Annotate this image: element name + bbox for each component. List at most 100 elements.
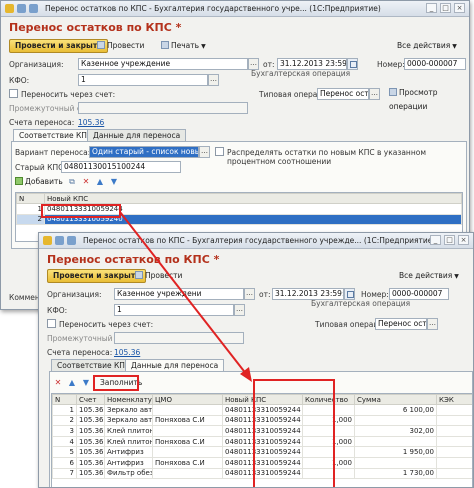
sum-cell[interactable]: 6 100,00 <box>354 404 437 416</box>
add-button[interactable]: Добавить <box>15 175 63 189</box>
forward-icon[interactable] <box>29 4 38 13</box>
tab-transfer-data[interactable]: Данные для переноса <box>125 359 225 371</box>
quantity-cell[interactable]: 1,000 <box>302 435 355 448</box>
typical-op-field[interactable]: Перенос остатк <box>317 88 369 100</box>
account-cell[interactable]: 105.36 <box>76 435 105 448</box>
new-kps-cell[interactable]: 04801133310059244 <box>222 404 303 416</box>
back-icon[interactable] <box>17 4 26 13</box>
table-row[interactable]: 4105.36Клей плитонитПоняхова С.И04801133… <box>52 435 472 448</box>
kfo-select-button[interactable]: … <box>234 304 245 316</box>
table-row[interactable]: 1 04801133310059244 <box>16 203 462 215</box>
variant-field[interactable]: Один старый - список новых <box>89 146 199 158</box>
account-cell[interactable]: 105.36 <box>76 414 105 427</box>
fill-button[interactable]: Заполнить <box>97 376 145 390</box>
variant-select-button[interactable]: … <box>199 146 210 158</box>
new-kps-cell[interactable]: 04801133310059244 <box>222 467 303 480</box>
quantity-cell[interactable] <box>302 467 355 480</box>
table-row[interactable]: 2105.36Зеркало автомоби...Поняхова С.И04… <box>52 414 472 427</box>
post-button[interactable]: Провести <box>97 39 144 53</box>
tab-transfer-data[interactable]: Данные для переноса <box>87 129 187 141</box>
org-field[interactable]: Казенное учреждение <box>78 58 248 70</box>
new-kps-cell[interactable]: 04801133310059244 <box>222 414 303 427</box>
org-select-button[interactable]: … <box>244 288 255 300</box>
new-kps-cell[interactable]: 04801133310059244 <box>222 446 303 458</box>
move-up-icon[interactable]: ▲ <box>67 378 77 388</box>
cmo-cell[interactable] <box>152 446 223 458</box>
column-header-n[interactable]: N <box>16 193 45 204</box>
forward-icon[interactable] <box>67 236 76 245</box>
maximize-icon[interactable]: □ <box>440 3 451 13</box>
view-operation-button[interactable]: Просмотр операции <box>389 86 469 114</box>
kfo-field[interactable]: 1 <box>78 74 208 86</box>
column-header-new-kps[interactable]: Новый КПС <box>44 193 462 204</box>
cmo-cell[interactable]: Поняхова С.И <box>152 435 223 448</box>
kek-cell[interactable] <box>436 404 472 416</box>
sum-cell[interactable]: 1 730,00 <box>354 467 437 480</box>
transfer-accounts-link[interactable]: 105.36 <box>114 348 140 357</box>
column-header-nomenclature[interactable]: Номенклатура <box>104 394 153 405</box>
typical-op-select-button[interactable]: … <box>427 318 438 330</box>
quantity-cell[interactable]: 1,000 <box>302 456 355 469</box>
close-icon[interactable]: × <box>454 3 465 13</box>
column-header-sum[interactable]: Сумма <box>354 394 437 405</box>
maximize-icon[interactable]: □ <box>444 235 455 245</box>
nomenclature-cell[interactable]: Зеркало автомоби... <box>104 404 153 416</box>
print-button[interactable]: Печать ▼ <box>161 39 206 54</box>
sum-cell[interactable]: 1 950,00 <box>354 446 437 458</box>
table-row[interactable]: 5 105.36 Антифриз 04801133310059244 1 950,00 <box>52 446 472 458</box>
quantity-cell[interactable] <box>302 425 355 437</box>
delete-icon[interactable]: ✕ <box>53 378 63 388</box>
new-kps-cell[interactable]: 04801133310059240 <box>44 213 462 226</box>
intermediate-account-field[interactable] <box>78 102 248 114</box>
kek-cell[interactable] <box>436 425 472 437</box>
column-header-new-kps[interactable]: Новый КПС <box>222 394 303 405</box>
move-up-icon[interactable]: ▲ <box>95 177 105 187</box>
quantity-cell[interactable] <box>302 404 355 416</box>
kek-cell[interactable] <box>436 446 472 458</box>
table-row[interactable]: 3105.36Клей плитонит 04801133310059244 302… <box>52 425 472 437</box>
cmo-cell[interactable]: Поняхова С.И <box>152 456 223 469</box>
nomenclature-cell[interactable]: Клей плитонит <box>104 425 153 437</box>
number-field[interactable]: 0000-000007 <box>404 58 466 70</box>
column-header-account[interactable]: Счет <box>76 394 105 405</box>
table-row[interactable]: 6 105.36 Антифриз Поняхова С.И 0480113331005… <box>52 456 472 469</box>
distribute-percent-checkbox[interactable] <box>215 147 224 156</box>
typical-op-field[interactable]: Перенос остатк <box>375 318 427 330</box>
move-down-icon[interactable]: ▼ <box>81 378 91 388</box>
new-kps-cell[interactable]: 04801133310059244 <box>44 203 462 215</box>
column-header-kek[interactable]: КЭК <box>436 394 472 405</box>
kek-cell[interactable] <box>436 456 472 469</box>
post-and-close-button[interactable]: Провести и закрыть <box>9 39 108 53</box>
sum-cell[interactable]: 302,00 <box>354 425 437 437</box>
post-button[interactable]: Провести <box>135 269 182 283</box>
back-icon[interactable] <box>55 236 64 245</box>
move-down-icon[interactable]: ▼ <box>109 177 119 187</box>
all-actions-menu[interactable]: Все действия ▼ <box>397 39 457 54</box>
old-kps-field[interactable]: 04801130015100244 <box>61 161 181 173</box>
kek-cell[interactable] <box>436 435 472 448</box>
sum-cell[interactable] <box>354 414 437 427</box>
post-and-close-button[interactable]: Провести и закрыть <box>47 269 146 283</box>
kek-cell[interactable] <box>436 414 472 427</box>
account-cell[interactable]: 105.36 <box>76 404 105 416</box>
minimize-icon[interactable]: _ <box>426 3 437 13</box>
typical-op-select-button[interactable]: … <box>369 88 380 100</box>
kfo-field[interactable]: 1 <box>114 304 234 316</box>
nomenclature-cell[interactable]: Фильтр обезвозд... <box>104 467 153 480</box>
org-field[interactable]: Казенное учреждени <box>114 288 244 300</box>
kek-cell[interactable] <box>436 467 472 480</box>
minimize-icon[interactable]: _ <box>430 235 441 245</box>
transfer-via-account-checkbox[interactable] <box>9 89 18 98</box>
quantity-cell[interactable] <box>302 446 355 458</box>
new-kps-cell[interactable]: 04801133310059244 <box>222 456 303 469</box>
nomenclature-cell[interactable]: Антифриз <box>104 456 153 469</box>
nomenclature-cell[interactable]: Антифриз <box>104 446 153 458</box>
account-cell[interactable]: 105.36 <box>76 446 105 458</box>
close-icon[interactable]: × <box>458 235 469 245</box>
intermediate-account-field[interactable] <box>114 332 244 344</box>
account-cell[interactable]: 105.36 <box>76 467 105 480</box>
nomenclature-cell[interactable]: Зеркало автомоби... <box>104 414 153 427</box>
account-cell[interactable]: 105.36 <box>76 425 105 437</box>
quantity-cell[interactable]: 1,000 <box>302 414 355 427</box>
transfer-via-account-checkbox[interactable] <box>47 319 56 328</box>
